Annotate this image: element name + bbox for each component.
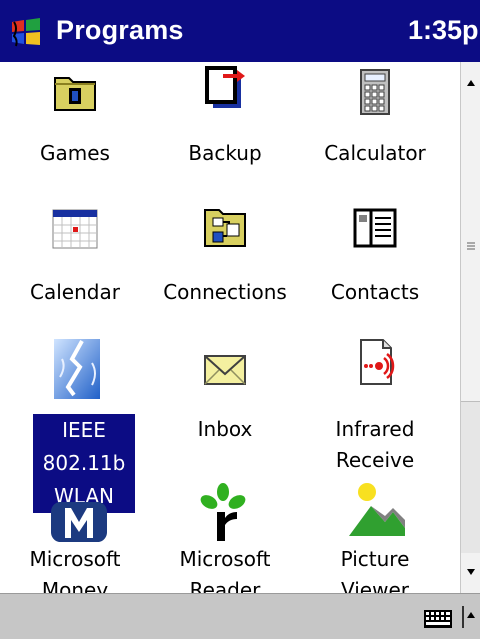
menu-bar	[0, 593, 480, 639]
calendar-icon	[52, 209, 98, 249]
program-picture-viewer[interactable]: Picture Viewer	[300, 483, 450, 593]
program-label: Calendar	[30, 280, 120, 304]
program-games[interactable]: Games	[0, 62, 150, 202]
program-label: Contacts	[330, 280, 420, 304]
inbox-envelope-icon	[204, 355, 246, 385]
program-label: Microsoft Reader	[179, 547, 271, 593]
program-label: Inbox	[197, 417, 253, 441]
wlan-icon	[54, 339, 100, 399]
program-label: Games	[40, 141, 110, 165]
microsoft-reader-icon	[200, 483, 246, 541]
program-ieee-wlan[interactable]: IEEE 802.11b WLAN	[0, 332, 150, 513]
arrow-down-icon	[467, 569, 475, 575]
grip-icon	[467, 242, 475, 250]
program-label: Infrared Receive	[335, 417, 415, 472]
program-microsoft-money[interactable]: Microsoft Money	[0, 502, 150, 593]
vertical-scrollbar[interactable]	[460, 62, 480, 593]
calculator-icon	[360, 69, 390, 115]
scroll-down-button[interactable]	[461, 553, 480, 593]
clock[interactable]: 1:35p	[408, 12, 480, 48]
picture-viewer-icon	[349, 483, 405, 536]
program-label: Connections	[163, 280, 287, 304]
program-label: Microsoft Money	[29, 547, 121, 593]
program-label: Calculator	[324, 141, 426, 165]
connections-folder-icon	[204, 209, 246, 247]
title-bar: Programs 1:35p	[0, 0, 480, 62]
programs-grid: Games Backup Calculator Calendar Connect…	[0, 62, 460, 593]
microsoft-money-icon	[51, 502, 107, 542]
windows-start-icon[interactable]	[8, 14, 44, 50]
keyboard-icon[interactable]	[424, 610, 452, 628]
backup-icon	[205, 66, 245, 108]
infrared-receive-icon	[360, 339, 395, 385]
program-backup[interactable]: Backup	[150, 62, 300, 202]
program-connections[interactable]: Connections	[150, 202, 300, 332]
program-label-selected: IEEE 802.11b WLAN	[33, 414, 135, 513]
scroll-up-button[interactable]	[461, 62, 480, 102]
program-calculator[interactable]: Calculator	[300, 62, 450, 202]
program-microsoft-reader[interactable]: Microsoft Reader	[150, 483, 300, 593]
page-title: Programs	[56, 15, 184, 45]
scroll-thumb[interactable]	[461, 102, 480, 402]
arrow-up-icon	[467, 80, 475, 86]
program-calendar[interactable]: Calendar	[0, 202, 150, 332]
contacts-icon	[353, 208, 397, 248]
program-label: Backup	[188, 141, 262, 165]
program-label: Picture Viewer	[340, 547, 410, 593]
games-folder-icon	[54, 77, 96, 111]
program-contacts[interactable]: Contacts	[300, 202, 450, 332]
input-panel-arrow-icon[interactable]	[462, 606, 476, 628]
